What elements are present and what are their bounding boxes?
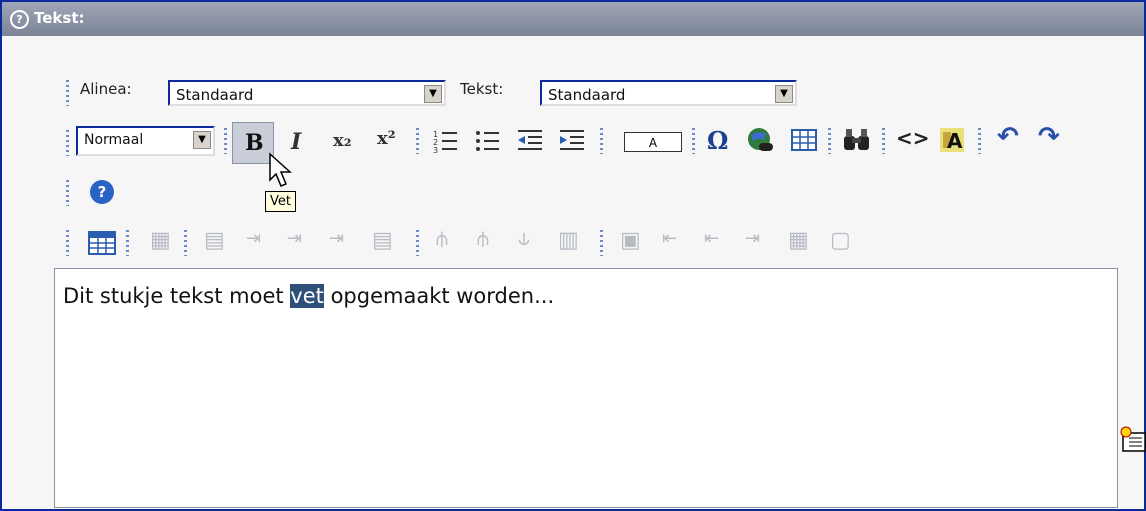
toolbar-grip bbox=[416, 230, 419, 256]
panel-titlebar: ? Tekst: bbox=[2, 2, 1144, 36]
chevron-down-icon[interactable]: ▼ bbox=[424, 85, 442, 103]
tooltip: Vet bbox=[265, 191, 296, 212]
tekst-select-value: Standaard bbox=[548, 86, 626, 104]
rich-text-editor[interactable]: Dit stukje tekst moet vet opgemaakt word… bbox=[54, 268, 1118, 508]
toolbar-grip bbox=[882, 128, 885, 154]
text-panel: ? Tekst: Alinea: Standaard ▼ Tekst: Stan… bbox=[0, 0, 1146, 511]
undo-icon[interactable]: ↶ bbox=[997, 124, 1019, 150]
selected-text: vet bbox=[290, 284, 324, 308]
toolbar-grip bbox=[692, 128, 695, 154]
toolbar-grip bbox=[600, 230, 603, 256]
subscript-button[interactable]: x₂ bbox=[333, 130, 352, 151]
insert-row-before-icon: ⇥ bbox=[246, 228, 262, 249]
toolbar-grip bbox=[978, 128, 981, 154]
row-split-icon: ⇤ bbox=[662, 228, 678, 249]
chevron-down-icon[interactable]: ▼ bbox=[775, 85, 793, 103]
redo-icon[interactable]: ↷ bbox=[1038, 124, 1060, 150]
chevron-down-icon[interactable]: ▼ bbox=[193, 131, 211, 149]
unordered-list-icon[interactable] bbox=[474, 128, 500, 154]
table-border-icon: ▢ bbox=[830, 228, 851, 253]
source-icon[interactable]: <> bbox=[896, 128, 930, 148]
editor-text-before: Dit stukje tekst moet bbox=[63, 284, 291, 308]
toolbar-grip bbox=[416, 128, 419, 154]
tekst-label: Tekst: bbox=[460, 80, 504, 98]
size-select[interactable]: Normaal ▼ bbox=[76, 126, 215, 156]
delete-row-icon: ⇥ bbox=[329, 228, 345, 249]
find-icon[interactable] bbox=[842, 126, 872, 154]
toolbar-grip bbox=[66, 230, 69, 256]
insert-row-after-icon: ⇥ bbox=[287, 228, 303, 249]
toolbar-grip bbox=[126, 230, 129, 256]
toolbar-grip bbox=[224, 128, 227, 154]
about-icon[interactable]: ? bbox=[90, 180, 114, 204]
alinea-label: Alinea: bbox=[80, 80, 132, 98]
toolbar-grip[interactable] bbox=[66, 130, 69, 156]
row-merge-icon: ⇤ bbox=[704, 228, 720, 249]
special-char-icon[interactable]: Ω bbox=[707, 126, 728, 155]
toolbar-grip bbox=[828, 128, 831, 154]
editor-content[interactable]: Dit stukje tekst moet vet opgemaakt word… bbox=[63, 284, 554, 308]
toolbar-grip bbox=[184, 230, 187, 256]
bold-button[interactable]: B bbox=[245, 130, 264, 156]
spellcheck-icon[interactable]: A bbox=[938, 126, 968, 154]
context-menu-icon[interactable] bbox=[1120, 426, 1146, 454]
row-properties-icon: ▤ bbox=[204, 228, 225, 253]
insert-table-icon[interactable] bbox=[88, 231, 116, 255]
toolbar-grip bbox=[600, 128, 603, 154]
svg-text:3: 3 bbox=[433, 146, 438, 154]
size-select-value: Normaal bbox=[84, 132, 144, 148]
ordered-list-icon[interactable]: 123 bbox=[432, 128, 458, 154]
text-color-button[interactable]: A bbox=[624, 132, 682, 152]
split-cells-icon: ▥ bbox=[558, 228, 579, 253]
toolbar-grip[interactable] bbox=[66, 80, 69, 106]
delete-col-icon: ⫝ bbox=[518, 226, 530, 250]
tekst-select[interactable]: Standaard ▼ bbox=[540, 80, 797, 106]
panel-title: Tekst: bbox=[34, 9, 85, 27]
indent-icon[interactable] bbox=[558, 128, 586, 154]
editor-text-after: opgemaakt worden... bbox=[323, 284, 555, 308]
table-grid-icon: ▦ bbox=[788, 228, 809, 253]
question-icon[interactable]: ? bbox=[10, 10, 29, 29]
toolbar-grip bbox=[66, 180, 69, 206]
insert-col-after-icon: ⫛ bbox=[477, 226, 489, 250]
link-icon[interactable] bbox=[746, 126, 774, 154]
table-properties-icon: ▦ bbox=[150, 228, 171, 253]
superscript-button[interactable]: x² bbox=[377, 128, 396, 149]
cell-properties-icon: ▤ bbox=[372, 228, 393, 253]
merge-cells-icon: ▣ bbox=[620, 228, 641, 253]
col-split-icon: ⇥ bbox=[745, 228, 761, 249]
svg-text:A: A bbox=[947, 129, 963, 153]
outdent-icon[interactable] bbox=[516, 128, 544, 154]
alinea-select-value: Standaard bbox=[176, 86, 254, 104]
table-icon[interactable] bbox=[791, 128, 817, 152]
alinea-select[interactable]: Standaard ▼ bbox=[168, 80, 446, 106]
insert-col-before-icon: ⫛ bbox=[436, 226, 448, 250]
mouse-cursor-icon bbox=[269, 152, 292, 187]
